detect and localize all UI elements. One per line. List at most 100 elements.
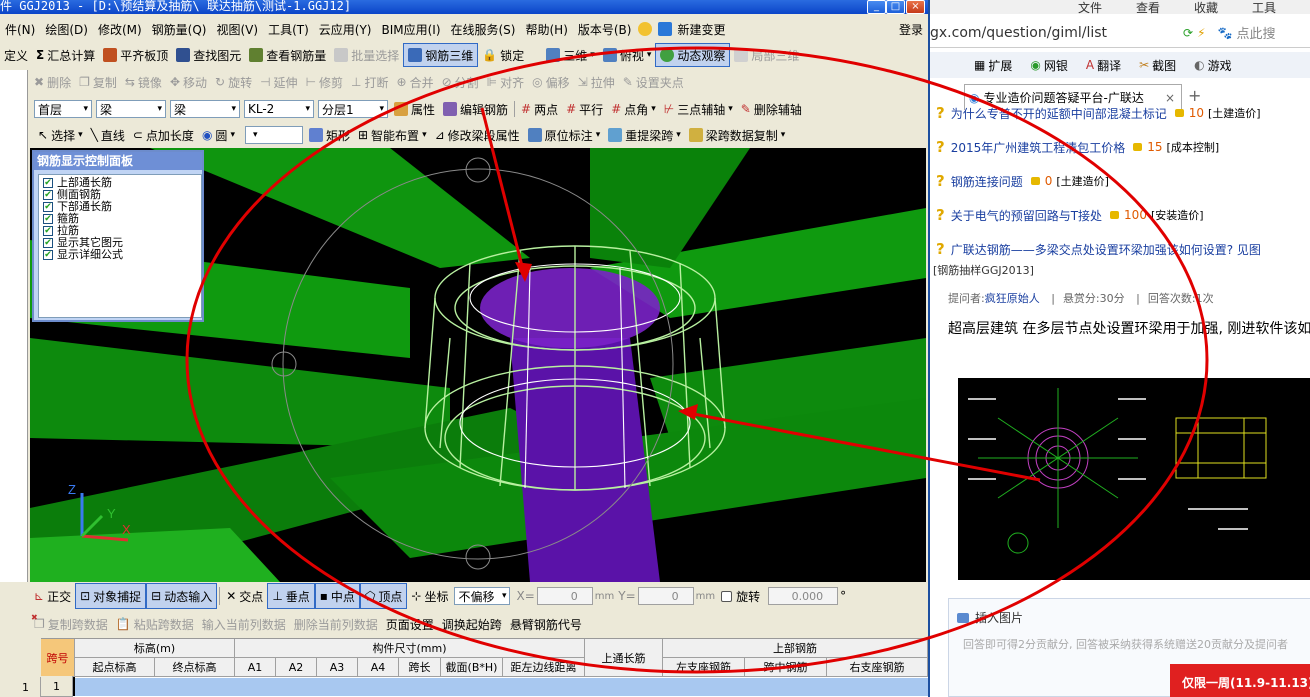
offset-button[interactable]: ◎ 偏移 xyxy=(528,70,574,94)
input-column-data-button[interactable]: 输入当前列数据 xyxy=(198,613,290,635)
dynamic-input-toggle[interactable]: ⊟ 动态输入 xyxy=(146,583,218,609)
new-change-button[interactable]: 新建变更 xyxy=(672,18,730,40)
new-tab-button[interactable]: + xyxy=(1188,86,1201,105)
games-button[interactable]: 游戏 xyxy=(1208,57,1232,74)
local-3d-button[interactable]: 局部三维 xyxy=(730,43,803,67)
browser-menu-favorites[interactable]: 收藏 xyxy=(1194,0,1218,15)
maximize-button[interactable]: □ xyxy=(886,0,905,14)
paw-search-icon[interactable]: 🐾 xyxy=(1218,26,1233,40)
extensions-button[interactable]: 扩展 xyxy=(988,57,1012,74)
rebar-3d-button[interactable]: 钢筋三维 xyxy=(403,43,479,67)
modify-span-props-button[interactable]: ⊿ 修改梁段属性 xyxy=(431,124,524,146)
element-type-select[interactable]: 梁 xyxy=(96,100,166,118)
menu-cloud[interactable]: 云应用(Y) xyxy=(314,18,377,40)
smiley-icon[interactable] xyxy=(638,22,653,36)
refresh-icon[interactable]: ⟳ xyxy=(1183,26,1193,40)
align-button[interactable]: ⊫ 对齐 xyxy=(483,70,528,94)
browser-menu-file[interactable]: 文件 xyxy=(1078,0,1102,15)
insert-image-button[interactable]: 插入图片 xyxy=(957,609,1310,626)
circle-button[interactable]: ◉ 圆 ▾ xyxy=(198,124,239,146)
lock-button[interactable]: 🔒 锁定 xyxy=(478,43,528,67)
point-angle-button[interactable]: # 点角 ▾ xyxy=(607,97,660,121)
checkbox-show-formula[interactable]: ✔ 显示详细公式 xyxy=(43,249,197,261)
list-item[interactable]: ? 关于电气的预留回路与T接处 100 [安装造价] xyxy=(936,206,1204,224)
minimize-button[interactable]: _ xyxy=(867,0,886,14)
mirror-button[interactable]: ⇆ 镜像 xyxy=(121,70,166,94)
translate-button[interactable]: 翻译 xyxy=(1097,57,1121,74)
row-number-1[interactable]: 1 xyxy=(41,676,73,697)
promo-banner[interactable]: 仅限一周(11.9-11.13) xyxy=(1170,664,1310,697)
delete-column-data-button[interactable]: 删除当前列数据 xyxy=(290,613,382,635)
object-snap-toggle[interactable]: ⊡ 对象捕捉 xyxy=(75,583,147,609)
point-length-button[interactable]: ⊂ 点加长度 xyxy=(129,124,198,146)
merge-button[interactable]: ⊕ 合并 xyxy=(393,70,438,94)
rotate-checkbox[interactable] xyxy=(721,590,733,602)
midpoint-snap[interactable]: ▪ 中点 xyxy=(314,583,360,609)
asker-link[interactable]: 疯狂原始人 xyxy=(985,292,1040,305)
menu-draw[interactable]: 绘图(D) xyxy=(40,18,93,40)
menu-version[interactable]: 版本号(B) xyxy=(573,18,637,40)
copy-button[interactable]: ❐ 复制 xyxy=(75,70,121,94)
menu-view[interactable]: 视图(V) xyxy=(211,18,263,40)
element-subtype-select[interactable]: 梁 xyxy=(170,100,240,118)
floor-select[interactable]: 首层 xyxy=(34,100,92,118)
table-row[interactable] xyxy=(75,678,928,696)
shape-select[interactable] xyxy=(244,126,303,144)
intersection-snap[interactable]: ✕ 交点 xyxy=(222,583,267,609)
delete-aux-axis-button[interactable]: ✎ 删除辅轴 xyxy=(737,97,806,121)
dynamic-orbit-button[interactable]: 动态观察 xyxy=(655,43,731,67)
element-name-select[interactable]: KL-2 xyxy=(244,100,314,118)
properties-button[interactable]: 属性 xyxy=(390,97,439,121)
perpendicular-snap[interactable]: ⊥ 垂点 xyxy=(267,583,315,609)
menu-modify[interactable]: 修改(M) xyxy=(93,18,147,40)
summary-calc-button[interactable]: Σ 汇总计算 xyxy=(32,43,99,67)
slab-top-button[interactable]: 平齐板顶 xyxy=(99,43,172,67)
menu-online[interactable]: 在线服务(S) xyxy=(446,18,521,40)
three-point-axis-button[interactable]: ⊬ 三点辅轴 ▾ xyxy=(660,97,737,121)
menu-bim[interactable]: BIM应用(I) xyxy=(376,18,445,40)
split-button[interactable]: ⊘ 分割 xyxy=(438,70,483,94)
search-input[interactable]: 点此搜 xyxy=(1236,23,1275,42)
rotate-angle-input[interactable]: 0.000 xyxy=(768,587,839,605)
left-navigation-strip[interactable] xyxy=(0,70,28,582)
list-item[interactable]: ? 2015年广州建筑工程清包工价格 15 [成本控制] xyxy=(936,138,1219,156)
batch-select-button[interactable]: 批量选择 xyxy=(330,43,403,67)
copy-span-data-grid-button[interactable]: ❐ 复制跨数据 xyxy=(30,613,112,635)
find-element-button[interactable]: 查找图元 xyxy=(172,43,245,67)
x-coordinate-input[interactable]: 0 xyxy=(536,587,593,605)
y-coordinate-input[interactable]: 0 xyxy=(637,587,694,605)
coordinate-snap[interactable]: ⊹ 坐标 xyxy=(407,583,452,609)
url-text[interactable]: gx.com/question/giml/list xyxy=(930,25,1107,41)
rectangle-button[interactable]: 矩形 xyxy=(305,124,354,146)
cad-drawing-image[interactable] xyxy=(958,378,1310,580)
list-item[interactable]: ? 为什么专普不开的延额中间部混凝土标记 10 [土建造价] xyxy=(936,106,1261,120)
vertex-snap[interactable]: ⬠ 顶点 xyxy=(359,583,408,609)
move-button[interactable]: ✥ 移动 xyxy=(166,70,211,94)
two-point-axis-button[interactable]: # 两点 xyxy=(517,97,562,121)
rotate-button[interactable]: ↻ 旋转 xyxy=(211,70,256,94)
smart-layout-button[interactable]: ⊞ 智能布置 ▾ xyxy=(354,124,431,146)
screenshot-button[interactable]: 截图 xyxy=(1152,57,1176,74)
offset-select[interactable]: 不偏移 xyxy=(454,587,511,605)
bank-button[interactable]: 网银 xyxy=(1044,57,1068,74)
login-button[interactable]: 登录 xyxy=(894,18,928,40)
trim-button[interactable]: ⊢ 修剪 xyxy=(302,70,347,94)
view-rebar-qty-button[interactable]: 查看钢筋量 xyxy=(245,43,330,67)
lightning-icon[interactable]: ⚡ xyxy=(1197,26,1205,40)
close-tab-icon[interactable]: × xyxy=(1165,91,1175,105)
paste-span-data-button[interactable]: 📋 粘贴跨数据 xyxy=(112,613,198,635)
edit-rebar-button[interactable]: 编辑钢筋 xyxy=(439,97,512,121)
page-setup-button[interactable]: 页面设置 xyxy=(382,613,438,635)
break-button[interactable]: ⊥ 打断 xyxy=(347,70,392,94)
top-view-button[interactable]: 俯视 ▾ xyxy=(599,43,656,67)
menu-tools[interactable]: 工具(T) xyxy=(263,18,314,40)
list-item[interactable]: ? 广联达钢筋——多梁交点处设置环梁加强该如何设置? 见图 xyxy=(936,240,1261,258)
line-button[interactable]: ╲ 直线 xyxy=(87,124,129,146)
menu-help[interactable]: 帮助(H) xyxy=(520,18,572,40)
grid-close-icon[interactable]: ✖ xyxy=(31,614,39,622)
parallel-axis-button[interactable]: # 平行 xyxy=(562,97,607,121)
browser-menu-view[interactable]: 查看 xyxy=(1136,0,1160,15)
swap-start-span-button[interactable]: 调换起始跨 xyxy=(438,613,506,635)
copy-span-data-button[interactable]: 梁跨数据复制 ▾ xyxy=(685,124,790,146)
menu-file[interactable]: 件(N) xyxy=(0,18,40,40)
